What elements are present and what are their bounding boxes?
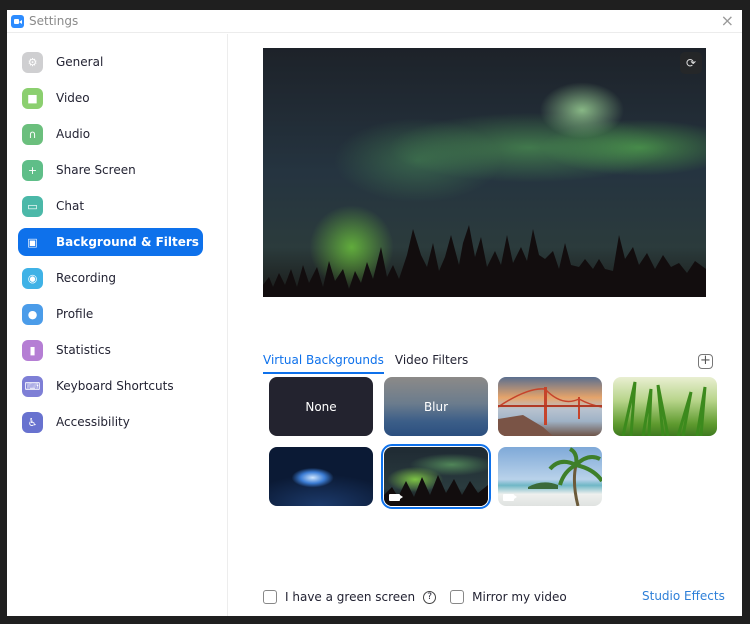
sidebar-item-statistics[interactable]: ▮ Statistics (18, 336, 203, 364)
share-screen-icon: + (22, 159, 43, 181)
statistics-icon: ▮ (22, 339, 43, 361)
sidebar-item-label: Chat (56, 199, 85, 213)
sidebar-item-label: Video (56, 91, 90, 105)
background-label: Blur (423, 399, 449, 414)
background-none[interactable]: None (269, 377, 373, 436)
video-camera-icon (503, 494, 517, 501)
sidebar-item-label: Share Screen (56, 163, 136, 177)
video-camera-icon (389, 494, 403, 501)
tab-video-filters[interactable]: Video Filters (395, 352, 468, 374)
sidebar: ⚙ General ■ Video ∩ Audio + Share Screen ▭ Chat ▣ B… (7, 34, 228, 616)
rotate-icon: ⟳ (685, 56, 697, 70)
keyboard-icon: ⌨ (22, 375, 43, 397)
background-earth-from-space[interactable] (269, 447, 373, 506)
video-preview: ⟳ (263, 48, 706, 297)
title-bar: Settings × (7, 10, 742, 33)
chat-bubble-icon: ▭ (22, 195, 43, 217)
background-icon: ▣ (27, 235, 38, 249)
window-title: Settings (29, 14, 79, 28)
plus-icon: + (700, 353, 711, 368)
background-blur[interactable]: Blur (384, 377, 488, 436)
green-screen-label: I have a green screen (285, 590, 416, 604)
background-label: None (305, 399, 337, 414)
sidebar-item-keyboard-shortcuts[interactable]: ⌨ Keyboard Shortcuts (18, 372, 203, 400)
sidebar-item-accessibility[interactable]: ♿ Accessibility (18, 408, 203, 436)
profile-icon: ● (22, 303, 43, 325)
add-background-button[interactable]: + (698, 354, 713, 369)
help-icon[interactable]: ? (423, 590, 437, 604)
rotate-camera-button[interactable]: ⟳ (680, 52, 702, 74)
background-grass[interactable] (613, 377, 717, 436)
zoom-app-icon (11, 15, 24, 28)
grass-drawing (621, 381, 707, 436)
sidebar-item-label: Statistics (56, 343, 111, 357)
close-icon[interactable]: × (721, 12, 734, 30)
video-camera-icon: ■ (22, 87, 43, 109)
sidebar-item-chat[interactable]: ▭ Chat (18, 192, 203, 220)
sidebar-item-label: Audio (56, 127, 91, 141)
bridge-drawing (498, 387, 602, 436)
mirror-video-checkbox[interactable] (450, 590, 465, 604)
green-screen-checkbox[interactable] (263, 590, 277, 604)
main-panel: ⟳ Virtual Backgrounds Video Filters + No… (229, 34, 742, 616)
tree-silhouette (263, 225, 706, 297)
sidebar-item-general[interactable]: ⚙ General (18, 48, 203, 76)
sidebar-item-video[interactable]: ■ Video (18, 84, 203, 112)
background-golden-gate-bridge[interactable] (498, 377, 602, 436)
tab-virtual-backgrounds[interactable]: Virtual Backgrounds (263, 352, 384, 374)
sidebar-item-share-screen[interactable]: + Share Screen (18, 156, 203, 184)
background-northern-lights[interactable] (381, 444, 491, 509)
sidebar-item-background-filters[interactable]: ▣ Background & Filters (18, 228, 203, 256)
sidebar-item-recording[interactable]: ◉ Recording (18, 264, 203, 292)
headphones-icon: ∩ (22, 123, 43, 145)
studio-effects-link[interactable]: Studio Effects (642, 589, 725, 603)
sidebar-item-label: Recording (56, 271, 117, 285)
sidebar-item-label: General (56, 55, 104, 69)
record-icon: ◉ (22, 267, 43, 289)
gear-icon: ⚙ (22, 51, 43, 73)
mirror-video-label: Mirror my video (472, 590, 567, 604)
background-tabs: Virtual Backgrounds Video Filters (263, 352, 479, 376)
settings-window: Settings × ⚙ General ■ Video ∩ Audio + Share Sc… (7, 10, 742, 616)
sidebar-item-label: Profile (56, 307, 94, 321)
background-beach-palm[interactable] (498, 447, 602, 506)
sidebar-item-label: Keyboard Shortcuts (56, 379, 174, 393)
sidebar-item-label: Background & Filters (56, 235, 199, 249)
sidebar-item-profile[interactable]: ● Profile (18, 300, 203, 328)
accessibility-icon: ♿ (22, 411, 43, 433)
sidebar-item-audio[interactable]: ∩ Audio (18, 120, 203, 148)
sidebar-item-label: Accessibility (56, 415, 130, 429)
